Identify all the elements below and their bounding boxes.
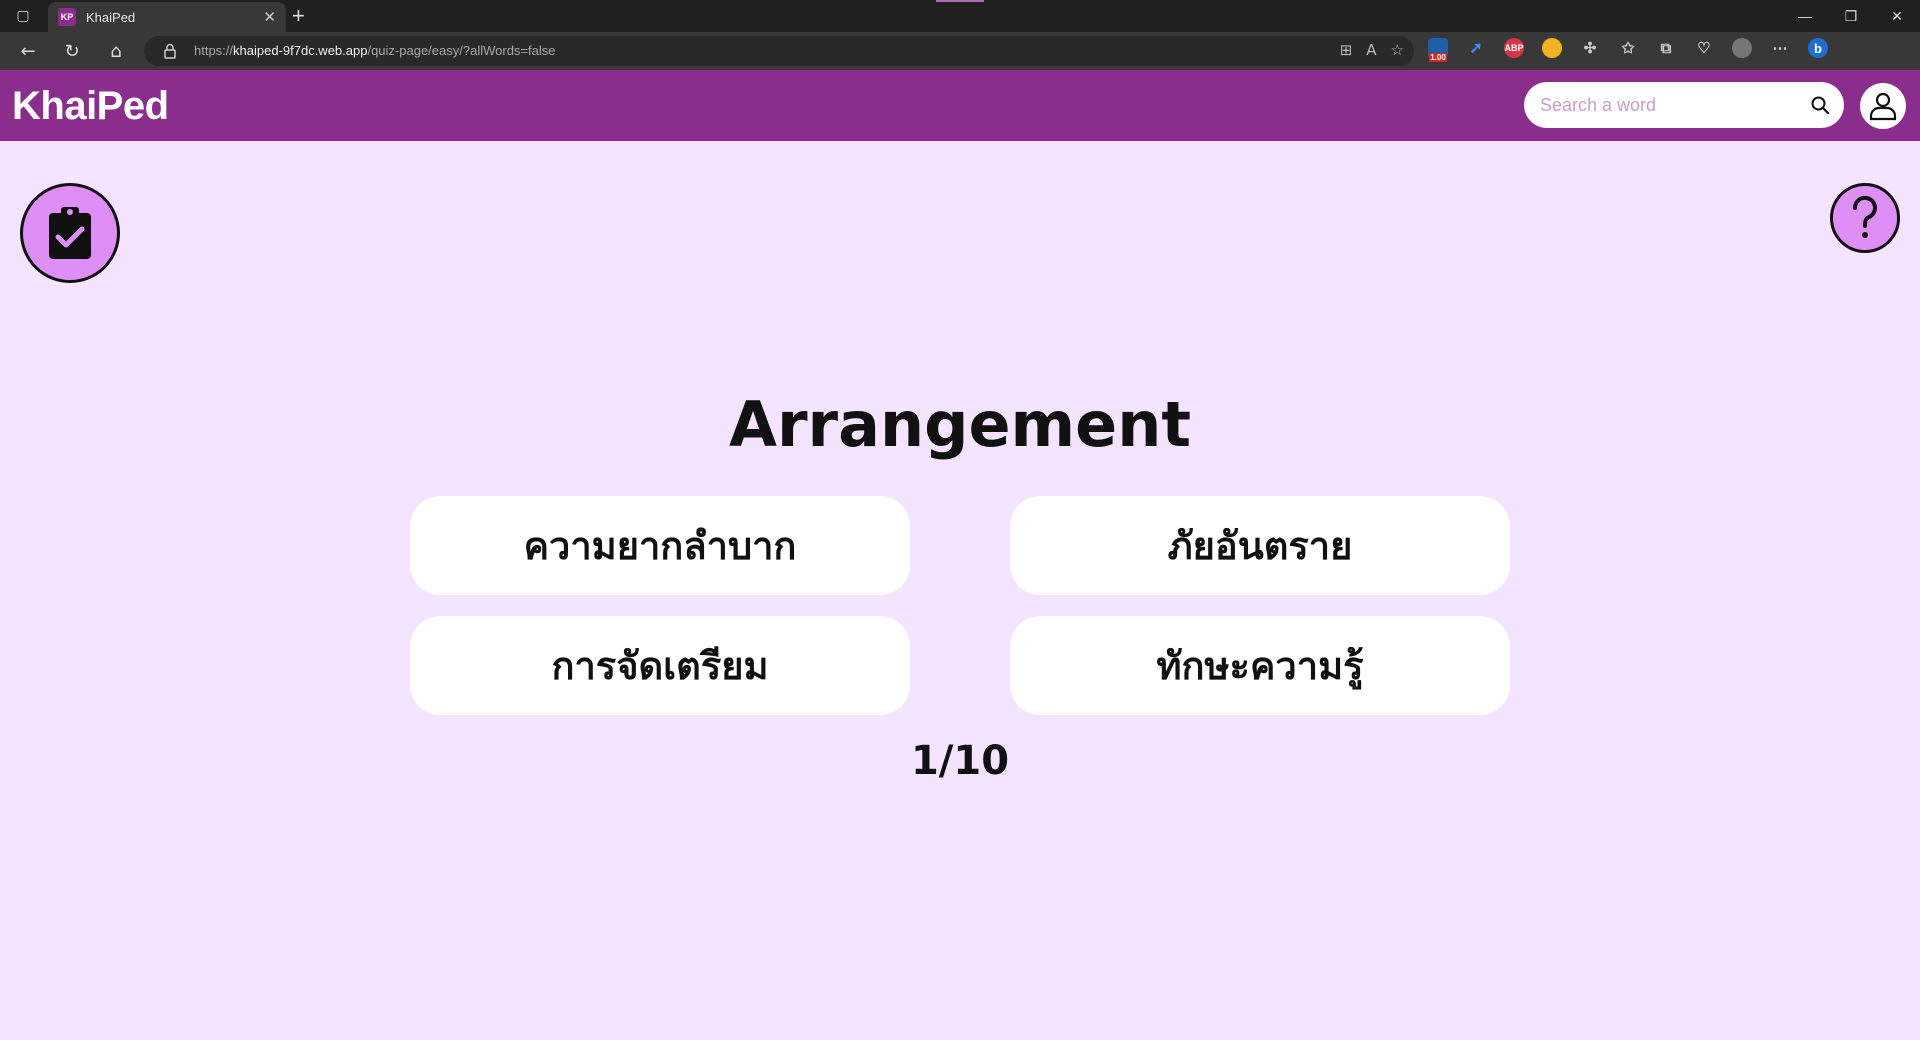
minimize-icon[interactable]: — bbox=[1782, 0, 1828, 32]
favorites-icon[interactable]: ✩ bbox=[1618, 38, 1638, 58]
search-input[interactable] bbox=[1540, 82, 1800, 128]
arrow-extension-icon[interactable]: ➚ bbox=[1466, 38, 1486, 58]
tab-close-icon[interactable]: ✕ bbox=[263, 8, 276, 26]
extension-badge-icon[interactable]: 1.00 bbox=[1428, 38, 1448, 62]
adblock-icon[interactable]: ABP bbox=[1504, 38, 1524, 58]
browser-essentials-icon[interactable]: ♡ bbox=[1694, 38, 1714, 58]
search-box bbox=[1524, 82, 1844, 128]
extensions-icon[interactable]: ✣ bbox=[1580, 38, 1600, 58]
answer-option-4[interactable]: ทักษะความรู้ bbox=[1010, 616, 1510, 715]
profile-icon[interactable] bbox=[1732, 38, 1752, 58]
more-menu-icon[interactable]: ⋯ bbox=[1770, 38, 1790, 58]
lock-icon bbox=[164, 43, 176, 59]
browser-tab[interactable]: KP KhaiPed ✕ bbox=[48, 2, 286, 32]
url-prefix: https:// bbox=[194, 43, 234, 58]
extension-icons: 1.00 ➚ ABP ✣ ✩ ⧉ ♡ ⋯ b bbox=[1428, 38, 1828, 62]
new-tab-icon[interactable]: + bbox=[292, 3, 305, 29]
user-icon bbox=[1869, 92, 1897, 121]
logo[interactable]: KhaiPed bbox=[12, 84, 169, 129]
help-button[interactable] bbox=[1830, 183, 1900, 253]
restore-icon[interactable]: ❐ bbox=[1828, 0, 1874, 32]
favorite-star-icon[interactable]: ☆ bbox=[1391, 41, 1404, 59]
favicon-icon: KP bbox=[58, 8, 76, 26]
question-mark-icon bbox=[1852, 196, 1877, 238]
address-bar-icons: ⊞ A ☆ bbox=[1340, 41, 1404, 59]
window-close-icon[interactable]: ✕ bbox=[1874, 0, 1920, 32]
url-path: /quiz-page/easy/?allWords=false bbox=[367, 43, 556, 58]
browser-toolbar: ← ↻ ⌂ https://khaiped-9f7dc.web.app/quiz… bbox=[0, 32, 1920, 70]
tab-actions-icon[interactable]: ▢ bbox=[12, 6, 34, 26]
read-aloud-icon[interactable]: A bbox=[1366, 41, 1376, 59]
url-text: https://khaiped-9f7dc.web.app/quiz-page/… bbox=[194, 43, 555, 58]
address-bar[interactable]: https://khaiped-9f7dc.web.app/quiz-page/… bbox=[144, 36, 1414, 66]
app-header: KhaiPed bbox=[0, 70, 1920, 141]
answer-option-2[interactable]: ภัยอันตราย bbox=[1010, 496, 1510, 595]
app-available-icon[interactable]: ⊞ bbox=[1340, 41, 1353, 59]
quiz-results-button[interactable] bbox=[20, 183, 120, 283]
user-account-button[interactable] bbox=[1860, 83, 1906, 129]
window-controls: — ❐ ✕ bbox=[1782, 0, 1920, 32]
tab-title: KhaiPed bbox=[86, 9, 136, 25]
extension-badge-count: 1.00 bbox=[1429, 53, 1447, 62]
home-icon[interactable]: ⌂ bbox=[102, 38, 130, 64]
back-icon[interactable]: ← bbox=[14, 38, 42, 64]
answer-option-1[interactable]: ความยากลำบาก bbox=[410, 496, 910, 595]
clipboard-check-icon bbox=[49, 207, 91, 259]
copilot-icon[interactable]: b bbox=[1808, 38, 1828, 58]
answer-options: ความยากลำบาก ภัยอันตราย การจัดเตรียม ทัก… bbox=[410, 496, 1510, 715]
reload-icon[interactable]: ↻ bbox=[58, 38, 86, 64]
collections-icon[interactable]: ⧉ bbox=[1656, 38, 1676, 58]
browser-tab-strip: ▢ KP KhaiPed ✕ + — ❐ ✕ bbox=[0, 0, 1920, 32]
color-extension-icon[interactable] bbox=[1542, 38, 1562, 58]
quiz-word: Arrangement bbox=[729, 388, 1191, 461]
answer-option-3[interactable]: การจัดเตรียม bbox=[410, 616, 910, 715]
search-icon[interactable] bbox=[1810, 95, 1830, 115]
tab-indicator bbox=[936, 0, 984, 2]
url-domain: khaiped-9f7dc.web.app bbox=[233, 43, 368, 58]
quiz-progress: 1/10 bbox=[910, 738, 1010, 784]
